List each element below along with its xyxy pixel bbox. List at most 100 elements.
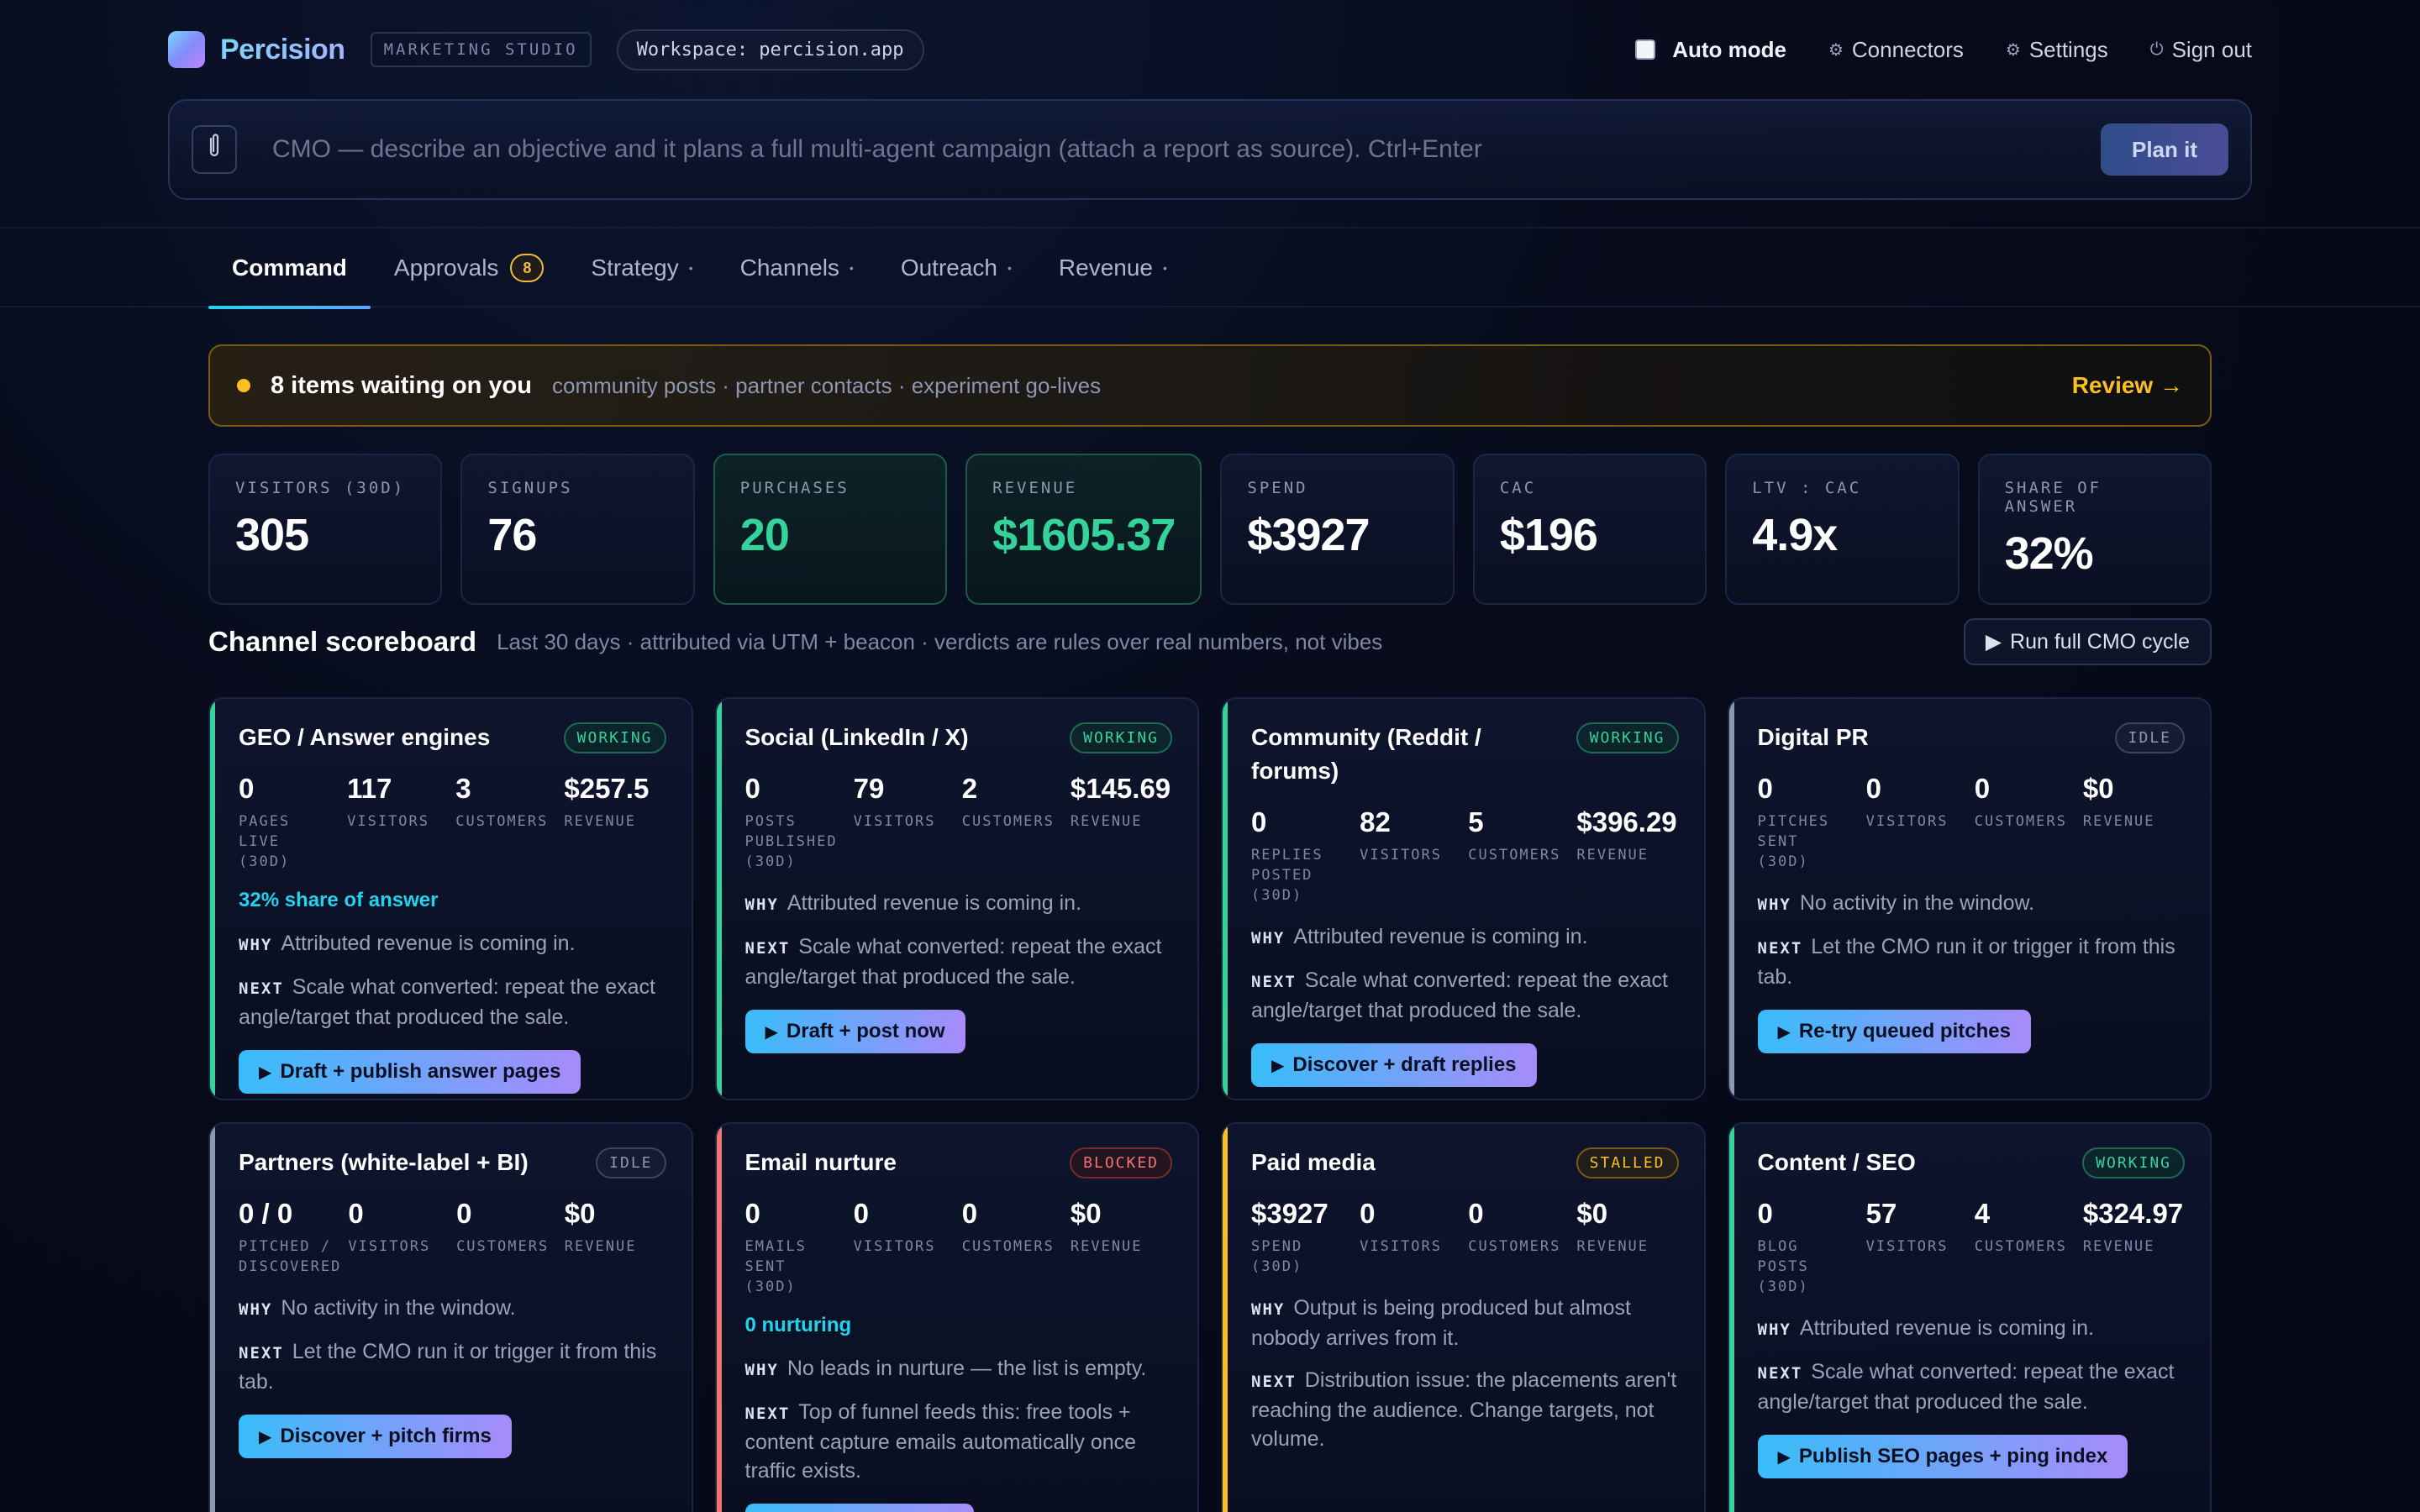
metric-label: VISITORS (347, 813, 430, 830)
metric-value: $0 (564, 1198, 596, 1229)
metric-value: 0 (1251, 806, 1267, 837)
metric-label: CUSTOMERS (1974, 813, 2067, 830)
publish-seo-pages-ping-index-button[interactable]: ▶ Publish SEO pages + ping index (1757, 1435, 2128, 1478)
action-label: Publish SEO pages + ping index (1798, 1445, 2108, 1467)
metric: 0 VISITORS (348, 1198, 450, 1277)
run-cmo-cycle-button[interactable]: ▶ Run full CMO cycle (1963, 618, 2212, 665)
status-badge: WORKING (2082, 1147, 2185, 1179)
workspace-pill[interactable]: Workspace: percision.app (616, 29, 924, 71)
metric: 117 VISITORS (347, 773, 449, 872)
metric-value: 0 (1468, 1198, 1484, 1229)
kpi-spend: SPEND $3927 (1220, 454, 1455, 605)
discover-draft-replies-button[interactable]: ▶ Discover + draft replies (1251, 1043, 1537, 1087)
metric-value: 0 (239, 773, 255, 804)
metric-label: REVENUE (1070, 1238, 1143, 1255)
metric-label: REVENUE (1576, 847, 1649, 864)
tab-revenue[interactable]: Revenue • (1035, 228, 1191, 307)
metric-label: REVENUE (1070, 813, 1143, 830)
auto-mode-toggle[interactable]: Auto mode (1635, 37, 1786, 63)
metric-label: REVENUE (2082, 1238, 2155, 1255)
tab-outreach[interactable]: Outreach • (877, 228, 1035, 307)
metric-label: REVENUE (564, 813, 637, 830)
tab-strategy[interactable]: Strategy • (567, 228, 716, 307)
channel-cards-grid: GEO / Answer engines WORKING 0 PAGES LIVE (… (208, 697, 2212, 1512)
command-input[interactable] (272, 135, 2101, 164)
discover-pitch-firms-button[interactable]: ▶ Discover + pitch firms (239, 1415, 512, 1458)
why-line: WHY Attributed revenue is coming in. (1758, 1314, 2186, 1344)
metric-label: VISITORS (1865, 813, 1949, 830)
status-badge: IDLE (2114, 722, 2185, 753)
metric-label: REVENUE (2082, 813, 2155, 830)
next-text: Distribution issue: the placements aren'… (1251, 1368, 1677, 1451)
review-link[interactable]: Review → (2072, 372, 2183, 399)
play-icon: ▶ (1777, 1447, 1791, 1467)
warning-dot-icon (237, 379, 250, 392)
metric-value: 82 (1360, 806, 1391, 837)
card-metrics: 0 PAGES LIVE (30D) 117 VISITORS 3 CUSTOMERS $2… (239, 773, 666, 872)
auto-mode-checkbox[interactable] (1635, 39, 1656, 60)
metric-label: PITCHES SENT (30D) (1757, 813, 1830, 870)
metric-label: CUSTOMERS (456, 1238, 550, 1255)
play-icon: ▶ (1271, 1056, 1285, 1075)
signout-link[interactable]: ⏻ Sign out (2150, 37, 2252, 63)
metric-label: VISITORS (853, 1238, 936, 1255)
tab-indicator-dot: • (688, 261, 693, 275)
why-key: WHY (1757, 1320, 1791, 1339)
card-header: Paid media STALLED (1251, 1146, 1679, 1179)
channel-title: Community (Reddit / forums) (1251, 724, 1481, 784)
next-line: NEXT Top of funnel feeds this: free tools… (745, 1398, 1173, 1485)
tab-command[interactable]: Command (208, 228, 371, 309)
card-metrics: 0 BLOG POSTS (30D) 57 VISITORS 4 CUSTOMERS $32… (1758, 1198, 2186, 1297)
status-badge: STALLED (1576, 1147, 1679, 1179)
kpi-revenue: REVENUE $1605.37 (965, 454, 1202, 605)
why-text: Attributed revenue is coming in. (786, 891, 1082, 915)
metric: 3 CUSTOMERS (455, 773, 557, 872)
metric: 0 CUSTOMERS (456, 1198, 558, 1277)
logo-icon (168, 31, 205, 68)
plan-button[interactable]: Plan it (2100, 123, 2228, 176)
send-due-nurture-button[interactable]: ▶Send due nurture (744, 1504, 974, 1512)
metric: 0 REPLIES POSTED (30D) (1251, 806, 1353, 906)
re-try-queued-pitches-button[interactable]: ▶ Re-try queued pitches (1757, 1010, 2031, 1053)
next-text: Let the CMO run it or trigger it from th… (239, 1340, 657, 1394)
status-badge: WORKING (563, 722, 666, 753)
connectors-link[interactable]: ⚙ Connectors (1828, 37, 1964, 63)
action-label: Draft + publish answer pages (280, 1060, 561, 1083)
card-header: Partners (white-label + BI) IDLE (239, 1146, 666, 1179)
card-metrics: 0 POSTS PUBLISHED (30D) 79 VISITORS 2 CUSTOME… (745, 773, 1173, 872)
kpi-value: 76 (487, 510, 537, 560)
metric: 5 CUSTOMERS (1468, 806, 1570, 906)
metric: 0 CUSTOMERS (1975, 773, 2076, 872)
tab-approvals[interactable]: Approvals 8 (371, 228, 568, 307)
channel-title: GEO / Answer engines (239, 724, 491, 750)
channel-title: Content / SEO (1757, 1149, 1916, 1175)
tab-label: Channels (739, 255, 839, 281)
card-header: Email nurture BLOCKED (745, 1146, 1172, 1179)
tab-label: Approvals (393, 255, 499, 281)
metric-label: CUSTOMERS (1468, 1238, 1561, 1255)
kpi-label: VISITORS (30D) (235, 479, 406, 497)
kpi-value: 32% (2004, 528, 2094, 579)
tab-bar: Command Approvals 8 Strategy • Channels … (0, 227, 2420, 309)
metric: 57 VISITORS (1866, 1198, 1968, 1297)
tab-channels[interactable]: Channels • (717, 228, 877, 307)
draft-post-now-button[interactable]: ▶ Draft + post now (744, 1010, 965, 1053)
why-text: No activity in the window. (1799, 891, 2035, 915)
metric: $3927 SPEND (30D) (1251, 1198, 1353, 1277)
attach-button[interactable] (192, 125, 237, 174)
card-metrics: 0 REPLIES POSTED (30D) 82 VISITORS 5 CUSTOMER… (1251, 806, 1679, 906)
next-key: NEXT (744, 939, 791, 958)
kpi-value: 305 (235, 510, 309, 560)
alert-subtitle: community posts · partner contacts · exp… (552, 372, 1102, 398)
metric-value: 0 / 0 (239, 1198, 293, 1229)
metric-value: 79 (853, 773, 885, 804)
draft-publish-answer-pages-button[interactable]: ▶ Draft + publish answer pages (239, 1050, 581, 1094)
kpi-label: SPEND (1247, 479, 1308, 497)
next-text: Top of funnel feeds this: free tools + c… (744, 1400, 1137, 1483)
settings-link[interactable]: ⚙ Settings (2006, 37, 2108, 63)
channel-card-paid-media: Paid media STALLED $3927 SPEND (30D) 0 VISITO… (1221, 1122, 1706, 1512)
metric-value: 0 (961, 1198, 978, 1229)
next-line: NEXT Scale what converted: repeat the exa… (239, 973, 666, 1032)
metric: 0 EMAILS SENT (30D) (745, 1198, 847, 1297)
why-key: WHY (239, 936, 273, 954)
